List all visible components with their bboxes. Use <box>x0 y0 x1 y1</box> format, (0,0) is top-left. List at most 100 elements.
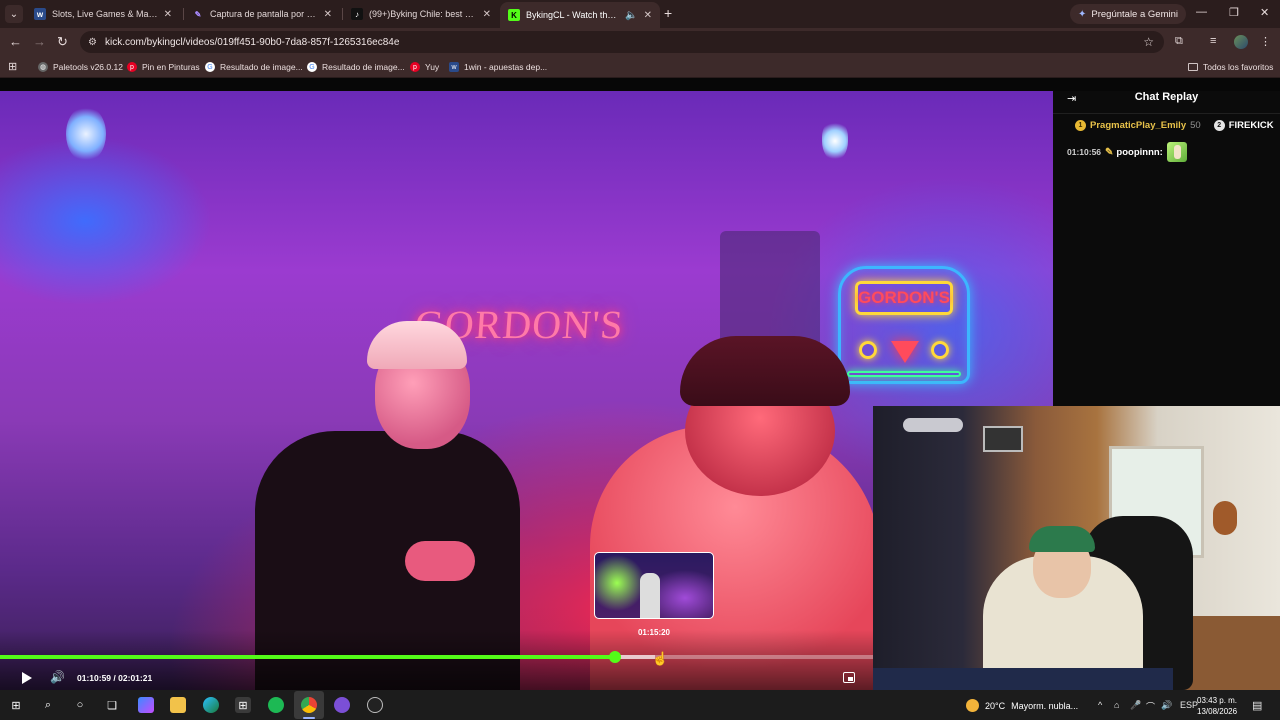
reload-icon[interactable]: ↻ <box>57 34 68 50</box>
pinterest-icon: p <box>410 62 420 72</box>
bookmark-label: Pin en Pinturas <box>142 62 200 72</box>
tab-3[interactable]: ♪ (99+)Byking Chile: best clips, ri ✕ <box>343 4 499 24</box>
time-display: 01:10:59 / 02:01:21 <box>77 673 152 683</box>
bookmark-item[interactable]: w 1win - apuestas dep... <box>449 60 547 74</box>
tab-4-active[interactable]: K BykingCL - Watch the VOD 🔈 ✕ <box>500 2 660 28</box>
emote-image <box>1166 142 1187 162</box>
current-time: 01:10:59 <box>77 673 112 683</box>
chrome-icon[interactable] <box>301 697 317 713</box>
close-tab-icon[interactable]: ✕ <box>644 10 652 21</box>
gemini-button[interactable]: ✦ Pregúntale a Gemini <box>1070 4 1186 24</box>
address-bar[interactable]: ⚙ kick.com/bykingcl/videos/019ff451-90b0… <box>80 31 1164 53</box>
all-bookmarks-button[interactable]: Todos los favoritos <box>1188 60 1273 74</box>
picture-in-picture-icon[interactable] <box>843 672 855 683</box>
gemini-sparkle-icon: ✦ <box>1078 8 1087 20</box>
weather-widget[interactable]: 20°C Mayorm. nubla... <box>966 699 1078 712</box>
tray-volume-icon[interactable]: 🔊 <box>1161 700 1172 711</box>
close-tab-icon[interactable]: ✕ <box>483 9 491 20</box>
cortana-icon[interactable]: ○ <box>72 697 88 713</box>
tab-search-icon[interactable]: ⌄ <box>5 5 23 23</box>
tab-2[interactable]: ✎ Captura de pantalla por Lightsh ✕ <box>184 4 340 24</box>
play-icon[interactable] <box>22 672 32 684</box>
tray-wifi-icon[interactable]: ⌒ <box>1146 700 1155 713</box>
windows-start-icon[interactable]: ⊞ <box>8 697 24 713</box>
chat-panel: ⇥ Chat Replay 1 PragmaticPlay_Emily 50 2… <box>1053 91 1280 406</box>
bookmark-item[interactable]: p Pin en Pinturas <box>127 60 200 74</box>
folder-icon <box>1188 63 1198 71</box>
profile-avatar[interactable] <box>1234 35 1248 49</box>
google-icon: G <box>205 62 215 72</box>
language-indicator[interactable]: ESP <box>1180 700 1198 710</box>
windows-taskbar: ⊞ ⌕ ○ ❏ ⊞ <box>0 690 1280 720</box>
new-tab-icon[interactable]: + <box>664 5 672 21</box>
restore-icon[interactable]: ❐ <box>1229 6 1239 19</box>
forward-icon[interactable]: → <box>33 34 46 49</box>
rank-badge: 2 <box>1213 119 1225 131</box>
tab-1[interactable]: w Slots, Live Games & Massive Ja ✕ <box>26 4 180 24</box>
1win-icon: w <box>449 62 459 72</box>
active-app-indicator <box>303 717 315 719</box>
seek-bar[interactable] <box>0 651 873 663</box>
bookmark-label: Yuy <box>425 62 440 72</box>
browser-toolbar: ← → ↻ ⚙ kick.com/bykingcl/videos/019ff45… <box>0 28 1280 56</box>
rank-badge: 1 <box>1075 119 1086 131</box>
bookmark-star-icon[interactable]: ☆ <box>1143 35 1154 49</box>
close-window-icon[interactable]: ✕ <box>1260 6 1269 19</box>
seek-preview-time: 01:15:20 <box>637 628 671 637</box>
site-info-icon[interactable]: ⚙ <box>88 37 97 48</box>
globe-icon: ◍ <box>38 62 48 72</box>
screen: ⌄ w Slots, Live Games & Massive Ja ✕ ✎ C… <box>0 0 1280 720</box>
tab-audio-icon[interactable]: 🔈 <box>625 10 637 21</box>
close-tab-icon[interactable]: ✕ <box>324 9 332 20</box>
tray-network-icon[interactable]: ⌂ <box>1114 700 1119 710</box>
tray-chevron-icon[interactable]: ^ <box>1098 700 1102 710</box>
gifter-name[interactable]: FIREKICK <box>1229 120 1274 131</box>
bookmark-item[interactable]: p Yuy <box>410 60 439 74</box>
gifter-name[interactable]: PragmaticPlay_Emily <box>1090 120 1186 131</box>
task-view-icon[interactable]: ❏ <box>104 697 120 713</box>
menu-icon[interactable]: ⋮ <box>1260 35 1271 48</box>
chat-title-text: Chat Replay <box>1134 91 1199 103</box>
all-bookmarks-label: Todos los favoritos <box>1203 62 1274 72</box>
tray-mic-icon[interactable]: 🎤 <box>1130 700 1141 711</box>
edge-icon[interactable] <box>203 697 219 713</box>
system-clock[interactable]: 03:43 p. m. 13/08/2026 <box>1197 695 1237 717</box>
webcam-wall-frame <box>983 426 1023 452</box>
bus-sign-text: GORDON'S <box>855 281 953 315</box>
file-explorer-icon[interactable] <box>170 697 186 713</box>
bookmark-item[interactable]: ◍ Paletools v26.0.12 <box>38 60 123 74</box>
notifications-icon[interactable]: ▤ <box>1252 699 1262 712</box>
back-icon[interactable]: ← <box>9 34 22 49</box>
webcam-desk <box>873 668 1173 690</box>
pinterest-icon: p <box>127 62 137 72</box>
minimize-icon[interactable]: — <box>1196 6 1207 18</box>
apps-grid-icon[interactable]: ⊞ <box>8 60 17 73</box>
duration: 02:01:21 <box>118 673 153 683</box>
message-username[interactable]: poopinnn: <box>1116 147 1162 158</box>
hanging-lamp <box>822 121 848 161</box>
bookmark-label: Resultado de image... <box>322 62 405 72</box>
seek-played <box>0 655 616 659</box>
gemini-label: Pregúntale a Gemini <box>1091 8 1178 20</box>
spotify-icon[interactable] <box>268 697 284 713</box>
bookmark-item[interactable]: G Resultado de image... <box>205 60 303 74</box>
browser-tab-strip: ⌄ w Slots, Live Games & Massive Ja ✕ ✎ C… <box>0 0 1280 28</box>
tab-title: Captura de pantalla por Lightsh <box>210 9 318 19</box>
extensions-icon[interactable]: ⧉ <box>1175 35 1183 48</box>
bookmark-item[interactable]: G Resultado de image... <box>307 60 405 74</box>
media-controls-icon[interactable]: ≡ <box>1210 35 1216 47</box>
volume-icon[interactable]: 🔊 <box>50 670 65 684</box>
obs-icon[interactable] <box>367 697 383 713</box>
tab-title: Slots, Live Games & Massive Ja <box>52 9 158 19</box>
app-icon[interactable] <box>334 697 350 713</box>
close-tab-icon[interactable]: ✕ <box>164 9 172 20</box>
clock-time: 03:43 p. m. <box>1197 696 1238 705</box>
url-text: kick.com/bykingcl/videos/019ff451-90b0-7… <box>104 36 400 48</box>
search-icon[interactable]: ⌕ <box>40 697 56 713</box>
divider <box>1053 113 1280 114</box>
chat-message: 01:10:56 ✎ poopinnn: <box>1067 142 1187 162</box>
copilot-icon[interactable] <box>138 697 154 713</box>
gift-badge-icon: ✎ <box>1105 146 1114 158</box>
store-icon[interactable]: ⊞ <box>235 697 251 713</box>
webcam-airplane-model <box>903 418 963 432</box>
